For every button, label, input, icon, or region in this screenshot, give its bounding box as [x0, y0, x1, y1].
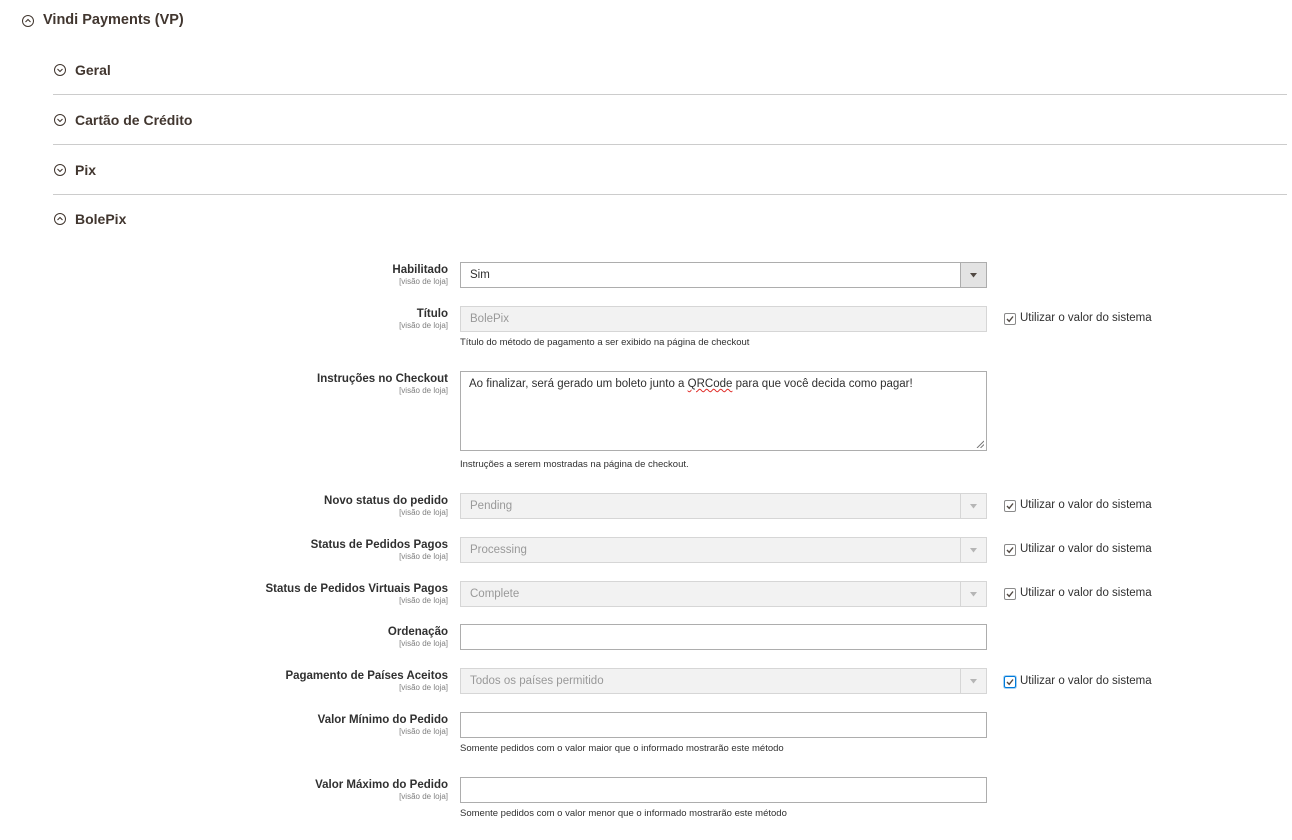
- field-label-ordenacao: Ordenação [visão de loja]: [388, 626, 448, 648]
- field-label-titulo: Título [visão de loja]: [399, 308, 448, 330]
- label-text: Status de Pedidos Pagos: [310, 539, 448, 551]
- field-label-instrucoes: Instruções no Checkout [visão de loja]: [317, 373, 448, 395]
- input-value: BolePix: [470, 313, 509, 325]
- divider: [53, 194, 1287, 195]
- check-icon: [1006, 503, 1014, 510]
- label-text: Pagamento de Países Aceitos: [285, 670, 448, 682]
- resize-grip-icon[interactable]: [976, 440, 984, 448]
- habilitado-select[interactable]: Sim: [460, 262, 987, 288]
- label-text: Habilitado: [392, 264, 448, 276]
- divider: [53, 144, 1287, 145]
- group-title-geral[interactable]: Geral: [75, 62, 111, 78]
- instrucoes-textarea[interactable]: Ao finalizar, será gerado um boleto junt…: [460, 371, 987, 451]
- field-label-novo-status: Novo status do pedido [visão de loja]: [324, 495, 448, 517]
- select-value: Processing: [470, 544, 527, 556]
- scope-label: [visão de loja]: [399, 321, 448, 330]
- use-system-label[interactable]: Utilizar o valor do sistema: [1020, 543, 1152, 555]
- label-text: Valor Mínimo do Pedido: [317, 714, 448, 726]
- use-system-label[interactable]: Utilizar o valor do sistema: [1020, 587, 1152, 599]
- field-label-valor-minimo: Valor Mínimo do Pedido [visão de loja]: [318, 714, 448, 736]
- use-system-label[interactable]: Utilizar o valor do sistema: [1020, 499, 1152, 511]
- label-text: Valor Máximo do Pedido: [315, 779, 448, 791]
- field-label-paises: Pagamento de Países Aceitos [visão de lo…: [285, 670, 448, 692]
- select-arrow[interactable]: [960, 538, 986, 562]
- group-title-pix[interactable]: Pix: [75, 162, 96, 178]
- use-system-checkbox-status-virtuais[interactable]: [1004, 588, 1016, 600]
- label-text: Status de Pedidos Virtuais Pagos: [265, 583, 448, 595]
- check-icon: [1006, 547, 1014, 554]
- caret-down-icon: [970, 679, 977, 684]
- use-system-label[interactable]: Utilizar o valor do sistema: [1020, 312, 1152, 324]
- field-note-valor-minimo: Somente pedidos com o valor maior que o …: [460, 743, 784, 754]
- field-label-habilitado: Habilitado [visão de loja]: [392, 264, 448, 286]
- scope-label: [visão de loja]: [399, 792, 448, 801]
- valor-minimo-input[interactable]: [460, 712, 987, 738]
- select-value: Todos os países permitido: [470, 675, 604, 687]
- label-text: Título: [416, 308, 448, 320]
- field-label-status-pagos: Status de Pedidos Pagos [visão de loja]: [311, 539, 448, 561]
- collapse-icon[interactable]: [22, 15, 34, 27]
- paises-select[interactable]: Todos os países permitido: [460, 668, 987, 694]
- check-icon: [1006, 316, 1014, 323]
- label-text: Instruções no Checkout: [317, 373, 448, 385]
- expand-icon[interactable]: [54, 164, 66, 176]
- ordenacao-input[interactable]: [460, 624, 987, 650]
- label-text: Ordenação: [387, 626, 448, 638]
- field-label-valor-maximo: Valor Máximo do Pedido [visão de loja]: [315, 779, 448, 801]
- collapse-icon[interactable]: [54, 213, 66, 225]
- select-arrow[interactable]: [960, 263, 986, 287]
- use-system-checkbox-paises[interactable]: [1004, 676, 1016, 688]
- select-arrow[interactable]: [960, 582, 986, 606]
- check-icon: [1006, 591, 1014, 598]
- section-title-vindi[interactable]: Vindi Payments (VP): [43, 12, 184, 28]
- status-pagos-select[interactable]: Processing: [460, 537, 987, 563]
- misspelled-word: QRCode: [687, 378, 733, 390]
- caret-down-icon: [970, 592, 977, 597]
- scope-label: [visão de loja]: [399, 639, 448, 648]
- group-title-bolepix[interactable]: BolePix: [75, 211, 126, 227]
- valor-maximo-input[interactable]: [460, 777, 987, 803]
- check-icon: [1006, 679, 1014, 686]
- select-value: Complete: [470, 588, 520, 600]
- select-arrow[interactable]: [960, 494, 986, 518]
- scope-label: [visão de loja]: [399, 508, 448, 517]
- scope-label: [visão de loja]: [399, 727, 448, 736]
- textarea-text: Ao finalizar, será gerado um boleto junt…: [469, 378, 688, 390]
- use-system-checkbox-novo-status[interactable]: [1004, 500, 1016, 512]
- use-system-checkbox-titulo[interactable]: [1004, 313, 1016, 325]
- select-value: Sim: [470, 269, 490, 281]
- novo-status-select[interactable]: Pending: [460, 493, 987, 519]
- scope-label: [visão de loja]: [399, 552, 448, 561]
- use-system-label[interactable]: Utilizar o valor do sistema: [1020, 675, 1152, 687]
- expand-icon[interactable]: [54, 64, 66, 76]
- group-title-cartao[interactable]: Cartão de Crédito: [75, 112, 192, 128]
- caret-down-icon: [970, 273, 977, 278]
- field-label-status-virtuais: Status de Pedidos Virtuais Pagos [visão …: [265, 583, 448, 605]
- select-arrow[interactable]: [960, 669, 986, 693]
- status-virtuais-select[interactable]: Complete: [460, 581, 987, 607]
- field-note-instrucoes: Instruções a serem mostradas na página d…: [460, 459, 689, 470]
- titulo-input[interactable]: BolePix: [460, 306, 987, 332]
- caret-down-icon: [970, 504, 977, 509]
- label-text: Novo status do pedido: [324, 495, 448, 507]
- scope-label: [visão de loja]: [399, 596, 448, 605]
- scope-label: [visão de loja]: [399, 277, 448, 286]
- field-note-titulo: Título do método de pagamento a ser exib…: [460, 337, 750, 348]
- caret-down-icon: [970, 548, 977, 553]
- field-note-valor-maximo: Somente pedidos com o valor menor que o …: [460, 808, 787, 819]
- divider: [53, 94, 1287, 95]
- textarea-text: para que você decida como pagar!: [732, 378, 913, 390]
- use-system-checkbox-status-pagos[interactable]: [1004, 544, 1016, 556]
- scope-label: [visão de loja]: [399, 386, 448, 395]
- expand-icon[interactable]: [54, 114, 66, 126]
- select-value: Pending: [470, 500, 513, 512]
- scope-label: [visão de loja]: [399, 683, 448, 692]
